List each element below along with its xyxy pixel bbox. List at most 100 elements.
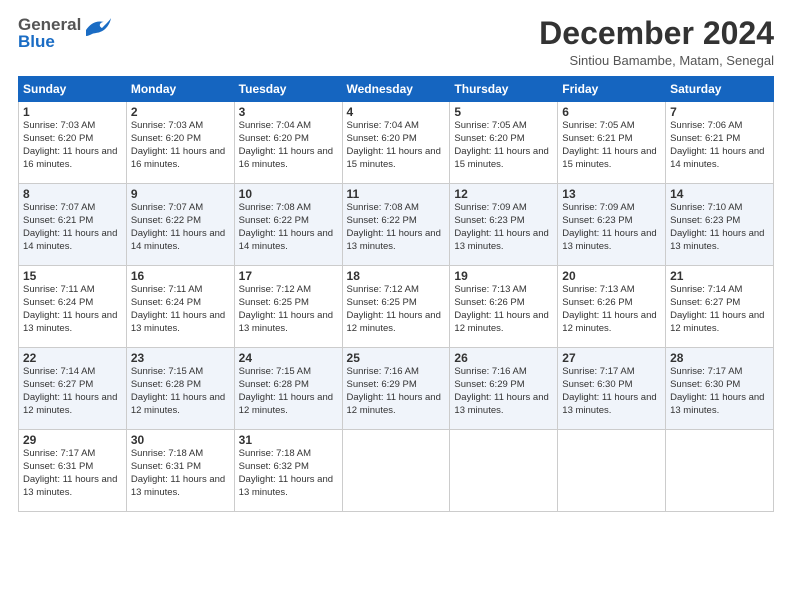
day-info: Sunrise: 7:11 AMSunset: 6:24 PMDaylight:… — [23, 284, 122, 335]
calendar-cell: 6Sunrise: 7:05 AMSunset: 6:21 PMDaylight… — [558, 102, 666, 184]
calendar-cell: 22Sunrise: 7:14 AMSunset: 6:27 PMDayligh… — [19, 348, 127, 430]
day-info: Sunrise: 7:16 AMSunset: 6:29 PMDaylight:… — [454, 366, 553, 417]
bird-icon — [84, 16, 112, 43]
day-info: Sunrise: 7:18 AMSunset: 6:31 PMDaylight:… — [131, 448, 230, 499]
day-number: 25 — [347, 351, 446, 365]
day-info: Sunrise: 7:05 AMSunset: 6:21 PMDaylight:… — [562, 120, 661, 171]
page: General Blue December 2024 Sintiou Bamam… — [0, 0, 792, 612]
day-number: 31 — [239, 433, 338, 447]
calendar-cell: 3Sunrise: 7:04 AMSunset: 6:20 PMDaylight… — [234, 102, 342, 184]
month-title: December 2024 — [539, 16, 774, 51]
calendar-cell: 5Sunrise: 7:05 AMSunset: 6:20 PMDaylight… — [450, 102, 558, 184]
col-header-friday: Friday — [558, 77, 666, 102]
col-header-thursday: Thursday — [450, 77, 558, 102]
day-number: 6 — [562, 105, 661, 119]
day-info: Sunrise: 7:17 AMSunset: 6:30 PMDaylight:… — [670, 366, 769, 417]
header: General Blue December 2024 Sintiou Bamam… — [18, 16, 774, 68]
calendar-week-2: 8Sunrise: 7:07 AMSunset: 6:21 PMDaylight… — [19, 184, 774, 266]
calendar-cell: 18Sunrise: 7:12 AMSunset: 6:25 PMDayligh… — [342, 266, 450, 348]
day-info: Sunrise: 7:03 AMSunset: 6:20 PMDaylight:… — [131, 120, 230, 171]
day-info: Sunrise: 7:05 AMSunset: 6:20 PMDaylight:… — [454, 120, 553, 171]
day-number: 5 — [454, 105, 553, 119]
calendar-cell: 2Sunrise: 7:03 AMSunset: 6:20 PMDaylight… — [126, 102, 234, 184]
day-number: 4 — [347, 105, 446, 119]
day-number: 18 — [347, 269, 446, 283]
calendar-cell: 17Sunrise: 7:12 AMSunset: 6:25 PMDayligh… — [234, 266, 342, 348]
calendar-header-row: SundayMondayTuesdayWednesdayThursdayFrid… — [19, 77, 774, 102]
col-header-wednesday: Wednesday — [342, 77, 450, 102]
day-number: 23 — [131, 351, 230, 365]
day-info: Sunrise: 7:12 AMSunset: 6:25 PMDaylight:… — [239, 284, 338, 335]
calendar-cell: 13Sunrise: 7:09 AMSunset: 6:23 PMDayligh… — [558, 184, 666, 266]
logo: General Blue — [18, 16, 112, 50]
col-header-sunday: Sunday — [19, 77, 127, 102]
day-info: Sunrise: 7:14 AMSunset: 6:27 PMDaylight:… — [23, 366, 122, 417]
calendar-cell: 26Sunrise: 7:16 AMSunset: 6:29 PMDayligh… — [450, 348, 558, 430]
day-number: 14 — [670, 187, 769, 201]
calendar-cell: 8Sunrise: 7:07 AMSunset: 6:21 PMDaylight… — [19, 184, 127, 266]
calendar-cell: 27Sunrise: 7:17 AMSunset: 6:30 PMDayligh… — [558, 348, 666, 430]
calendar-cell: 30Sunrise: 7:18 AMSunset: 6:31 PMDayligh… — [126, 430, 234, 512]
day-info: Sunrise: 7:16 AMSunset: 6:29 PMDaylight:… — [347, 366, 446, 417]
calendar-cell: 11Sunrise: 7:08 AMSunset: 6:22 PMDayligh… — [342, 184, 450, 266]
day-info: Sunrise: 7:03 AMSunset: 6:20 PMDaylight:… — [23, 120, 122, 171]
day-info: Sunrise: 7:15 AMSunset: 6:28 PMDaylight:… — [239, 366, 338, 417]
location: Sintiou Bamambe, Matam, Senegal — [539, 53, 774, 68]
calendar-week-5: 29Sunrise: 7:17 AMSunset: 6:31 PMDayligh… — [19, 430, 774, 512]
day-number: 26 — [454, 351, 553, 365]
calendar-cell — [558, 430, 666, 512]
day-number: 28 — [670, 351, 769, 365]
day-info: Sunrise: 7:10 AMSunset: 6:23 PMDaylight:… — [670, 202, 769, 253]
day-number: 13 — [562, 187, 661, 201]
calendar-cell: 7Sunrise: 7:06 AMSunset: 6:21 PMDaylight… — [666, 102, 774, 184]
calendar-cell: 23Sunrise: 7:15 AMSunset: 6:28 PMDayligh… — [126, 348, 234, 430]
day-info: Sunrise: 7:11 AMSunset: 6:24 PMDaylight:… — [131, 284, 230, 335]
day-number: 21 — [670, 269, 769, 283]
day-info: Sunrise: 7:08 AMSunset: 6:22 PMDaylight:… — [347, 202, 446, 253]
day-info: Sunrise: 7:13 AMSunset: 6:26 PMDaylight:… — [562, 284, 661, 335]
col-header-saturday: Saturday — [666, 77, 774, 102]
day-info: Sunrise: 7:06 AMSunset: 6:21 PMDaylight:… — [670, 120, 769, 171]
calendar-table: SundayMondayTuesdayWednesdayThursdayFrid… — [18, 76, 774, 512]
day-info: Sunrise: 7:17 AMSunset: 6:31 PMDaylight:… — [23, 448, 122, 499]
calendar-cell: 31Sunrise: 7:18 AMSunset: 6:32 PMDayligh… — [234, 430, 342, 512]
day-info: Sunrise: 7:04 AMSunset: 6:20 PMDaylight:… — [347, 120, 446, 171]
day-number: 12 — [454, 187, 553, 201]
calendar-cell: 19Sunrise: 7:13 AMSunset: 6:26 PMDayligh… — [450, 266, 558, 348]
calendar-cell: 21Sunrise: 7:14 AMSunset: 6:27 PMDayligh… — [666, 266, 774, 348]
day-info: Sunrise: 7:09 AMSunset: 6:23 PMDaylight:… — [562, 202, 661, 253]
calendar-cell — [450, 430, 558, 512]
calendar-cell: 16Sunrise: 7:11 AMSunset: 6:24 PMDayligh… — [126, 266, 234, 348]
calendar-cell: 25Sunrise: 7:16 AMSunset: 6:29 PMDayligh… — [342, 348, 450, 430]
day-number: 27 — [562, 351, 661, 365]
day-info: Sunrise: 7:18 AMSunset: 6:32 PMDaylight:… — [239, 448, 338, 499]
calendar-cell: 20Sunrise: 7:13 AMSunset: 6:26 PMDayligh… — [558, 266, 666, 348]
day-number: 8 — [23, 187, 122, 201]
title-block: December 2024 Sintiou Bamambe, Matam, Se… — [539, 16, 774, 68]
day-info: Sunrise: 7:07 AMSunset: 6:22 PMDaylight:… — [131, 202, 230, 253]
day-number: 15 — [23, 269, 122, 283]
calendar-week-3: 15Sunrise: 7:11 AMSunset: 6:24 PMDayligh… — [19, 266, 774, 348]
day-info: Sunrise: 7:14 AMSunset: 6:27 PMDaylight:… — [670, 284, 769, 335]
day-number: 17 — [239, 269, 338, 283]
col-header-monday: Monday — [126, 77, 234, 102]
day-info: Sunrise: 7:09 AMSunset: 6:23 PMDaylight:… — [454, 202, 553, 253]
day-info: Sunrise: 7:13 AMSunset: 6:26 PMDaylight:… — [454, 284, 553, 335]
day-number: 16 — [131, 269, 230, 283]
day-info: Sunrise: 7:08 AMSunset: 6:22 PMDaylight:… — [239, 202, 338, 253]
day-number: 1 — [23, 105, 122, 119]
day-info: Sunrise: 7:04 AMSunset: 6:20 PMDaylight:… — [239, 120, 338, 171]
day-number: 11 — [347, 187, 446, 201]
calendar-cell: 14Sunrise: 7:10 AMSunset: 6:23 PMDayligh… — [666, 184, 774, 266]
calendar-cell — [342, 430, 450, 512]
day-info: Sunrise: 7:12 AMSunset: 6:25 PMDaylight:… — [347, 284, 446, 335]
day-number: 29 — [23, 433, 122, 447]
logo-blue: Blue — [18, 33, 81, 50]
day-number: 10 — [239, 187, 338, 201]
calendar-cell — [666, 430, 774, 512]
calendar-week-4: 22Sunrise: 7:14 AMSunset: 6:27 PMDayligh… — [19, 348, 774, 430]
calendar-cell: 10Sunrise: 7:08 AMSunset: 6:22 PMDayligh… — [234, 184, 342, 266]
day-number: 24 — [239, 351, 338, 365]
calendar-cell: 24Sunrise: 7:15 AMSunset: 6:28 PMDayligh… — [234, 348, 342, 430]
calendar-cell: 9Sunrise: 7:07 AMSunset: 6:22 PMDaylight… — [126, 184, 234, 266]
